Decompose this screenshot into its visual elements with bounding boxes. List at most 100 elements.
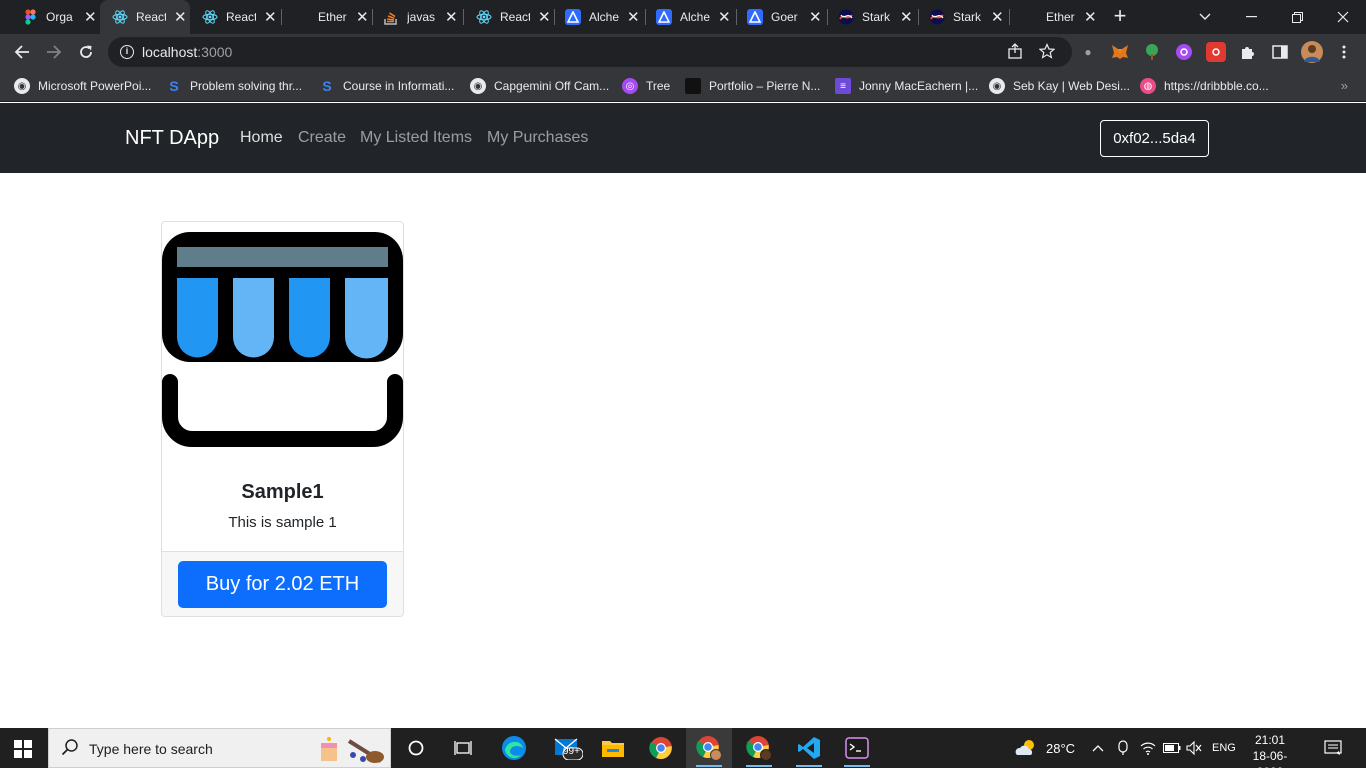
search-highlight-illustration-icon bbox=[319, 733, 389, 771]
site-info-icon[interactable]: i bbox=[120, 45, 134, 59]
browser-tab[interactable]: Alche ✕ bbox=[555, 0, 645, 34]
browser-tab-active[interactable]: React ✕ bbox=[100, 0, 190, 34]
browser-tab[interactable]: Goer ✕ bbox=[737, 0, 827, 34]
close-tab-icon[interactable]: ✕ bbox=[809, 8, 822, 26]
app-brand[interactable]: NFT DApp bbox=[125, 127, 219, 150]
url-port: :3000 bbox=[197, 44, 233, 60]
bookmark-item[interactable]: ◉ Seb Kay | Web Desi... bbox=[989, 76, 1130, 96]
speaker-muted-icon[interactable] bbox=[1186, 728, 1202, 768]
address-bar[interactable]: i localhost:3000 bbox=[108, 37, 1072, 67]
extensions-puzzle-icon[interactable] bbox=[1238, 42, 1258, 62]
browser-tab[interactable]: React ✕ bbox=[190, 0, 280, 34]
file-explorer-icon[interactable] bbox=[590, 728, 636, 768]
system-clock[interactable]: 21:01 18-06-2022 bbox=[1240, 732, 1300, 780]
browser-menu-icon[interactable] bbox=[1334, 42, 1354, 62]
buy-button[interactable]: Buy for 2.02 ETH bbox=[178, 561, 387, 608]
figma-icon bbox=[22, 9, 38, 25]
more-bookmarks-chevron-icon[interactable]: » bbox=[1341, 78, 1348, 93]
blank-icon bbox=[294, 9, 310, 25]
tab-title: javas bbox=[407, 10, 436, 24]
back-arrow-icon[interactable] bbox=[8, 38, 36, 66]
tree-extension-icon[interactable] bbox=[1142, 42, 1162, 62]
close-tab-icon[interactable]: ✕ bbox=[718, 8, 731, 26]
wifi-icon[interactable] bbox=[1140, 728, 1156, 768]
alchemy-icon bbox=[565, 9, 581, 25]
mail-icon[interactable]: 99+ bbox=[545, 728, 591, 768]
windows-start-icon[interactable] bbox=[14, 740, 32, 758]
close-tab-icon[interactable]: ✕ bbox=[84, 8, 97, 26]
bookmark-item[interactable]: Portfolio – Pierre N... bbox=[685, 76, 820, 96]
browser-tab[interactable]: Stark ✕ bbox=[828, 0, 918, 34]
share-icon[interactable] bbox=[1006, 43, 1024, 61]
forward-arrow-icon[interactable] bbox=[40, 38, 68, 66]
stackoverflow-icon bbox=[383, 9, 399, 25]
meet-now-icon[interactable] bbox=[1116, 728, 1130, 768]
chrome-icon[interactable] bbox=[638, 728, 684, 768]
close-tab-icon[interactable]: ✕ bbox=[1084, 8, 1097, 26]
close-tab-icon[interactable]: ✕ bbox=[538, 8, 551, 26]
tab-title: Stark bbox=[953, 10, 982, 24]
notifications-icon[interactable] bbox=[1324, 728, 1342, 768]
minimize-icon[interactable] bbox=[1228, 0, 1274, 34]
reload-icon[interactable] bbox=[72, 38, 100, 66]
browser-tab[interactable]: Orga ✕ bbox=[0, 0, 99, 34]
close-tab-icon[interactable]: ✕ bbox=[264, 8, 277, 26]
profile-avatar[interactable] bbox=[1301, 41, 1323, 63]
red-extension-icon[interactable] bbox=[1206, 42, 1226, 62]
bookmark-item[interactable]: ◍ https://dribbble.co... bbox=[1140, 76, 1269, 96]
bookmark-item[interactable]: S Course in Informati... bbox=[319, 76, 454, 96]
nav-create-link[interactable]: Create bbox=[298, 129, 346, 147]
close-tab-icon[interactable]: ✕ bbox=[356, 8, 369, 26]
battery-icon[interactable] bbox=[1163, 728, 1181, 768]
cortana-circle-icon[interactable] bbox=[393, 728, 439, 768]
bookmark-item[interactable]: ◉ Microsoft PowerPoi... bbox=[14, 76, 151, 96]
tree-icon: ◎ bbox=[622, 78, 638, 94]
chrome-profile-icon[interactable] bbox=[736, 728, 782, 768]
nav-my-purchases-link[interactable]: My Purchases bbox=[487, 129, 588, 147]
purple-square-icon: ≡ bbox=[835, 78, 851, 94]
browser-tab[interactable]: javas ✕ bbox=[373, 0, 463, 34]
windows-taskbar: Type here to search 99+ 28°C ENG 21:01 1… bbox=[0, 728, 1366, 779]
input-language[interactable]: ENG bbox=[1212, 728, 1236, 768]
extension-dim-icon[interactable]: ● bbox=[1078, 42, 1098, 62]
purple-extension-icon[interactable] bbox=[1174, 42, 1194, 62]
browser-tab[interactable]: React ✕ bbox=[464, 0, 554, 34]
browser-tab[interactable]: Ether ✕ bbox=[1010, 0, 1100, 34]
weather-widget[interactable]: 28°C bbox=[1014, 728, 1075, 768]
bookmark-star-icon[interactable] bbox=[1038, 43, 1056, 61]
bookmark-item[interactable]: ◉ Capgemini Off Cam... bbox=[470, 76, 609, 96]
close-tab-icon[interactable]: ✕ bbox=[445, 8, 458, 26]
bookmark-item[interactable]: ≡ Jonny MacEachern |... bbox=[835, 76, 978, 96]
browser-tab[interactable]: Alche ✕ bbox=[646, 0, 736, 34]
close-window-icon[interactable] bbox=[1320, 0, 1366, 34]
close-tab-icon[interactable]: ✕ bbox=[174, 8, 187, 26]
terminal-icon[interactable] bbox=[834, 728, 880, 768]
url-text: localhost:3000 bbox=[142, 44, 232, 60]
task-view-icon[interactable] bbox=[440, 728, 486, 768]
side-panel-icon[interactable] bbox=[1270, 42, 1290, 62]
edge-browser-icon[interactable] bbox=[491, 728, 537, 768]
dribbble-icon: ◍ bbox=[1140, 78, 1156, 94]
vscode-icon[interactable] bbox=[786, 728, 832, 768]
close-tab-icon[interactable]: ✕ bbox=[900, 8, 913, 26]
tab-title: Ether bbox=[1046, 10, 1075, 24]
chrome-profile-active-icon[interactable] bbox=[686, 728, 732, 768]
new-tab-button[interactable]: + bbox=[1108, 4, 1132, 28]
close-tab-icon[interactable]: ✕ bbox=[991, 8, 1004, 26]
bookmark-item[interactable]: ◎ Tree bbox=[622, 76, 670, 96]
nav-my-listed-items-link[interactable]: My Listed Items bbox=[360, 129, 472, 147]
bookmark-item[interactable]: S Problem solving thr... bbox=[166, 76, 302, 96]
bookmark-label: Capgemini Off Cam... bbox=[494, 79, 610, 93]
metamask-fox-icon[interactable] bbox=[1110, 42, 1130, 62]
close-tab-icon[interactable]: ✕ bbox=[627, 8, 640, 26]
browser-tab[interactable]: Stark ✕ bbox=[919, 0, 1009, 34]
tab-search-chevron-icon[interactable] bbox=[1182, 0, 1228, 34]
nft-card: Sample1 This is sample 1 Buy for 2.02 ET… bbox=[161, 221, 404, 617]
browser-tab[interactable]: Ether ✕ bbox=[282, 0, 372, 34]
show-hidden-icons-chevron-icon[interactable] bbox=[1092, 728, 1104, 768]
nav-home-link[interactable]: Home bbox=[240, 129, 283, 147]
bookmark-label: Seb Kay | Web Desi... bbox=[1013, 79, 1130, 93]
taskbar-search-box[interactable]: Type here to search bbox=[48, 728, 391, 768]
wallet-account-button[interactable]: 0xf02...5da4 bbox=[1100, 120, 1209, 157]
restore-icon[interactable] bbox=[1274, 0, 1320, 34]
